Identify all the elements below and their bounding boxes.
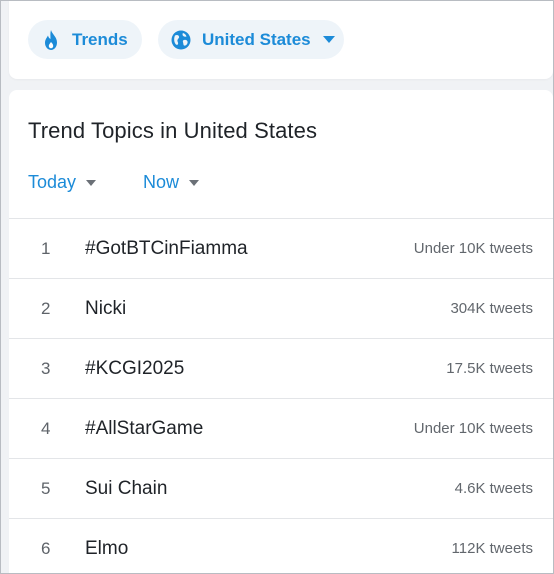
caret-down-icon xyxy=(189,179,200,186)
trend-name[interactable]: #GotBTCinFiamma xyxy=(85,219,248,279)
caret-down-icon xyxy=(86,179,97,186)
trend-count: Under 10K tweets xyxy=(413,420,533,437)
trends-panel: Trend Topics in United States Today Now … xyxy=(9,90,553,573)
fire-icon xyxy=(40,29,62,51)
trend-name[interactable]: Elmo xyxy=(85,519,128,573)
trend-rank: 3 xyxy=(41,359,51,378)
trend-rank: 2 xyxy=(41,299,51,318)
date-dropdown[interactable]: Today xyxy=(28,172,97,193)
trends-label: Trends xyxy=(72,29,128,49)
trend-name[interactable]: Nicki xyxy=(85,279,126,339)
trend-name[interactable]: #KCGI2025 xyxy=(85,339,184,399)
trend-list: 1 #GotBTCinFiamma Under 10K tweets 2 Nic… xyxy=(9,218,553,573)
caret-down-icon xyxy=(322,36,335,43)
trend-row[interactable]: 5 Sui Chain 4.6K tweets xyxy=(9,458,553,518)
trend-count: 17.5K tweets xyxy=(446,360,533,377)
trend-rank: 5 xyxy=(41,479,51,498)
trend-name[interactable]: #AllStarGame xyxy=(85,399,203,459)
trend-rank: 1 xyxy=(41,239,51,258)
trend-row[interactable]: 1 #GotBTCinFiamma Under 10K tweets xyxy=(9,218,553,278)
app-frame: Trends United States Trend Topics in Uni… xyxy=(0,0,554,574)
page-title: Trend Topics in United States xyxy=(28,118,318,143)
filter-bar: Trends United States xyxy=(9,1,553,79)
country-label: United States xyxy=(202,29,311,49)
trends-button[interactable]: Trends xyxy=(28,20,142,59)
trend-count: Under 10K tweets xyxy=(413,240,533,257)
trend-count: 112K tweets xyxy=(451,540,533,557)
trend-rank: 6 xyxy=(41,539,51,558)
trend-rank: 4 xyxy=(41,419,51,438)
country-selector[interactable]: United States xyxy=(158,20,344,59)
trend-count: 4.6K tweets xyxy=(454,480,533,497)
trend-row[interactable]: 6 Elmo 112K tweets xyxy=(9,518,553,573)
trend-row[interactable]: 3 #KCGI2025 17.5K tweets xyxy=(9,338,553,398)
globe-icon xyxy=(170,29,192,51)
date-dropdown-label: Today xyxy=(28,172,77,192)
time-dropdown[interactable]: Now xyxy=(143,172,200,193)
trend-row[interactable]: 4 #AllStarGame Under 10K tweets xyxy=(9,398,553,458)
trend-row[interactable]: 2 Nicki 304K tweets xyxy=(9,278,553,338)
time-dropdown-label: Now xyxy=(143,172,180,192)
trend-count: 304K tweets xyxy=(450,300,533,317)
trend-name[interactable]: Sui Chain xyxy=(85,459,167,519)
